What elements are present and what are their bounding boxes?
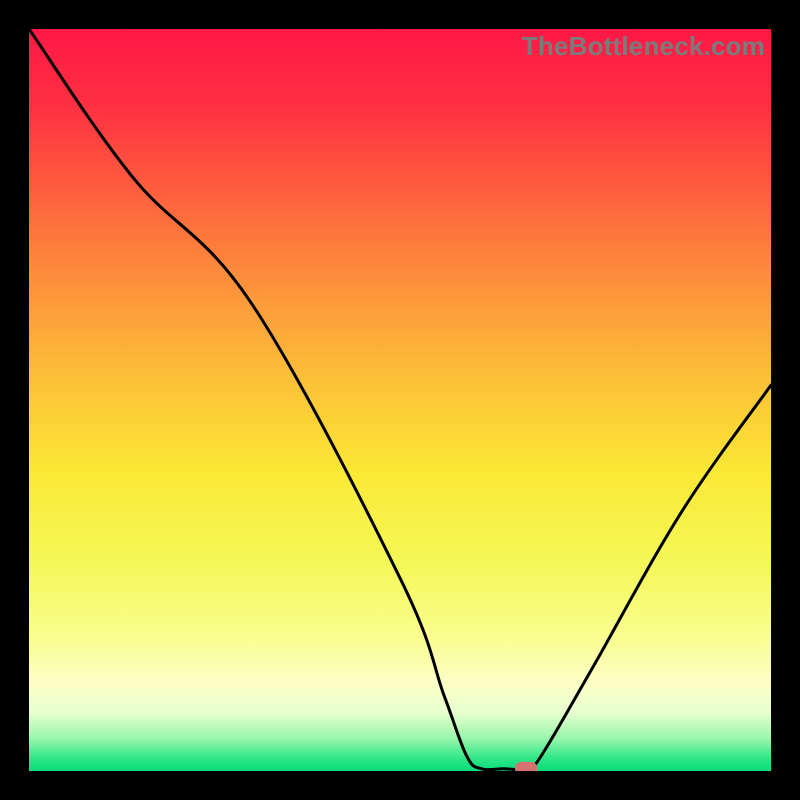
plot-area: TheBottleneck.com bbox=[29, 29, 771, 771]
watermark-text: TheBottleneck.com bbox=[522, 31, 765, 62]
chart-frame: TheBottleneck.com bbox=[0, 0, 800, 800]
bottleneck-chart bbox=[29, 29, 771, 771]
optimal-point-marker bbox=[515, 762, 537, 771]
gradient-background bbox=[29, 29, 771, 771]
